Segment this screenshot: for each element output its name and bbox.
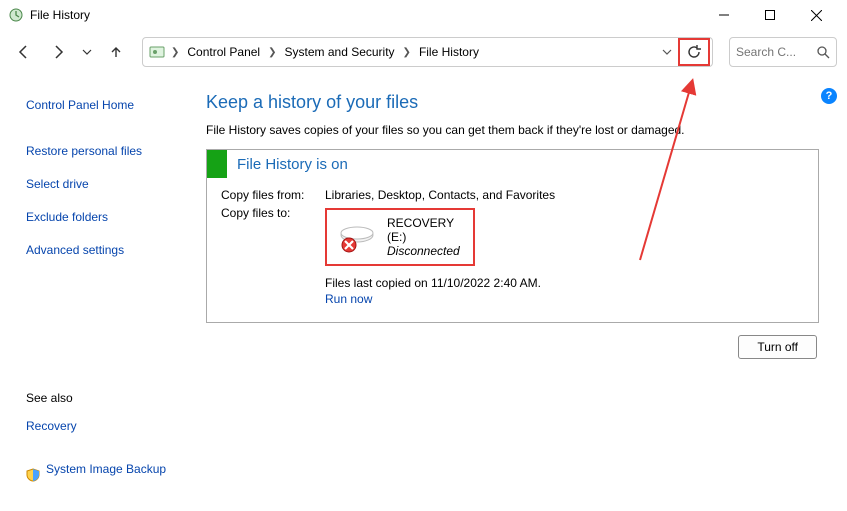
- page-heading: Keep a history of your files: [206, 92, 819, 113]
- chevron-right-icon[interactable]: ❯: [169, 47, 181, 58]
- close-button[interactable]: [793, 0, 839, 30]
- file-history-icon: [8, 7, 24, 23]
- drive-icon: [337, 223, 377, 251]
- see-also-system-image-link[interactable]: System Image Backup: [46, 462, 166, 476]
- main-content: Keep a history of your files File Histor…: [200, 74, 847, 511]
- run-now-link[interactable]: Run now: [325, 292, 804, 306]
- maximize-button[interactable]: [747, 0, 793, 30]
- copy-to-label: Copy files to:: [221, 206, 325, 272]
- recent-dropdown[interactable]: [78, 38, 96, 66]
- drive-name: RECOVERY (E:): [387, 216, 463, 244]
- search-input[interactable]: [736, 45, 804, 59]
- minimize-button[interactable]: [701, 0, 747, 30]
- chevron-right-icon[interactable]: ❯: [266, 47, 278, 58]
- drive-target-box: RECOVERY (E:) Disconnected: [325, 208, 475, 266]
- panel-title: File History is on: [227, 152, 358, 177]
- address-dropdown[interactable]: [654, 47, 678, 57]
- see-also-recovery-link[interactable]: Recovery: [26, 419, 77, 433]
- up-button[interactable]: [102, 38, 130, 66]
- page-description: File History saves copies of your files …: [206, 123, 819, 137]
- help-icon[interactable]: ?: [821, 88, 837, 104]
- control-panel-icon: [149, 44, 165, 60]
- nav-bar: ❯ Control Panel ❯ System and Security ❯ …: [0, 30, 847, 74]
- last-copied-text: Files last copied on 11/10/2022 2:40 AM.: [325, 276, 804, 290]
- address-bar[interactable]: ❯ Control Panel ❯ System and Security ❯ …: [142, 37, 713, 67]
- forward-button[interactable]: [44, 38, 72, 66]
- status-indicator-on: [207, 150, 227, 178]
- sidebar-advanced-link[interactable]: Advanced settings: [26, 243, 190, 257]
- sidebar-select-drive-link[interactable]: Select drive: [26, 177, 190, 191]
- see-also-label: See also: [26, 391, 190, 405]
- chevron-right-icon[interactable]: ❯: [401, 47, 413, 58]
- sidebar: Control Panel Home Restore personal file…: [0, 74, 200, 511]
- breadcrumb[interactable]: Control Panel: [181, 41, 266, 63]
- back-button[interactable]: [10, 38, 38, 66]
- breadcrumb[interactable]: System and Security: [279, 41, 401, 63]
- sidebar-restore-link[interactable]: Restore personal files: [26, 144, 190, 158]
- control-panel-home-link[interactable]: Control Panel Home: [26, 98, 190, 112]
- copy-from-label: Copy files from:: [221, 188, 325, 202]
- turn-off-button[interactable]: Turn off: [738, 335, 817, 359]
- search-icon[interactable]: [817, 46, 830, 59]
- sidebar-exclude-folders-link[interactable]: Exclude folders: [26, 210, 190, 224]
- title-bar: File History: [0, 0, 847, 30]
- breadcrumb[interactable]: File History: [413, 41, 485, 63]
- search-box[interactable]: [729, 37, 837, 67]
- shield-icon: [26, 468, 40, 482]
- status-panel: File History is on Copy files from: Libr…: [206, 149, 819, 323]
- drive-status: Disconnected: [387, 244, 463, 258]
- window-title: File History: [30, 8, 701, 22]
- refresh-button[interactable]: [678, 38, 710, 66]
- copy-from-value: Libraries, Desktop, Contacts, and Favori…: [325, 188, 555, 202]
